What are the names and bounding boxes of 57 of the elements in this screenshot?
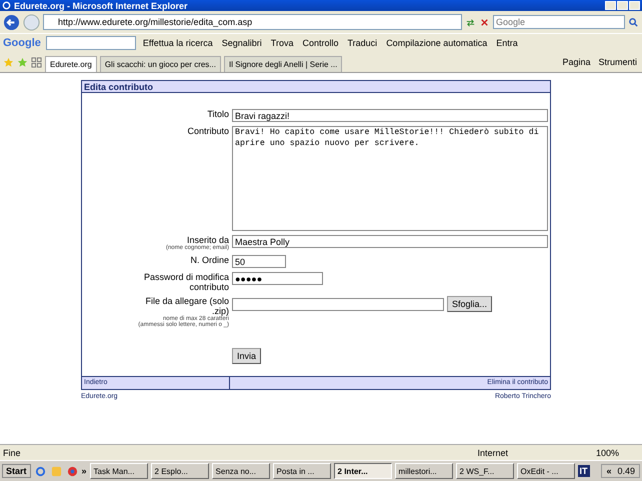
tray-expand-button[interactable]: « [606, 466, 612, 476]
input-field[interactable]: Maestra Polly [232, 235, 548, 248]
window-title: Edurete.org - Microsoft Internet Explorer [14, 0, 189, 10]
toolbar-button[interactable]: Controllo [300, 38, 340, 48]
field-label: Titolo [207, 109, 229, 119]
address-field[interactable]: http://www.edurete.org/millestorie/edita_com.asp [43, 14, 462, 30]
more-button[interactable]: » [82, 466, 87, 476]
taskbar-button[interactable]: Task Man... [90, 463, 148, 479]
google-logo: Google [3, 37, 41, 49]
refresh-icon[interactable] [465, 16, 476, 28]
submit-button[interactable]: Invia [232, 348, 262, 364]
panel-header: Edita contributo [82, 81, 550, 93]
taskbar-button[interactable]: 2 Esplo... [150, 463, 209, 479]
browse-button[interactable]: Sfoglia... [447, 296, 492, 312]
favorites-star-icon[interactable] [3, 56, 14, 68]
command-button[interactable]: Strumenti [596, 57, 639, 67]
taskbar-button[interactable]: Posta in ... [272, 463, 331, 479]
google-search-field[interactable] [46, 36, 136, 50]
toolbar-button[interactable]: Segnalibri [220, 38, 264, 48]
browser-quick-launch-icon[interactable] [34, 466, 46, 476]
field-label: N. Ordine [190, 255, 229, 265]
search-icon[interactable] [628, 16, 639, 28]
taskbar-button[interactable]: 2 WS_F... [456, 463, 514, 479]
field-label: Inserito da [186, 235, 229, 245]
command-button[interactable]: Pagina [560, 57, 592, 67]
quick-tabs-icon[interactable] [31, 56, 42, 68]
back-button[interactable] [3, 14, 20, 30]
field-label: Password di modifica contributo [142, 272, 229, 292]
toolbar-button[interactable]: Entra [494, 38, 520, 48]
toolbar-button[interactable]: Trova [268, 38, 296, 48]
clock: 0.49 [617, 466, 635, 476]
search-button[interactable]: Effettua la ricerca [140, 38, 215, 48]
search-field[interactable]: Google [493, 15, 625, 29]
browser-tab[interactable]: Gli scacchi: un gioco per cres... [100, 56, 221, 72]
taskbar-button[interactable]: millestori... [394, 463, 453, 479]
input-field[interactable]: ●●●●● [232, 272, 323, 285]
file-field[interactable] [232, 298, 444, 311]
toolbar-button[interactable]: Compilazione automatica [384, 38, 490, 48]
taskbar-button[interactable]: 2 Inter... [334, 463, 392, 479]
toolbar-button[interactable]: Traduci [346, 38, 380, 48]
taskbar-button[interactable]: OxEdit - ... [516, 463, 575, 479]
taskbar-button[interactable]: Senza no... [212, 463, 270, 479]
zoom-control[interactable]: 100% [596, 448, 619, 458]
browser-logo-icon [2, 1, 11, 10]
text-area[interactable]: Bravi! Ho capito come usare MilleStorie!!! Chiederò subito di aprire uno spazio nuovo per scrivere. [232, 126, 548, 231]
zone-indicator: Internet [477, 448, 508, 458]
start-button[interactable]: Start [2, 464, 31, 478]
browser-tab[interactable]: Il Signore degli Anelli | Serie ... [224, 56, 342, 72]
add-favorite-icon[interactable] [17, 56, 28, 68]
browser-tab[interactable]: Edurete.org [45, 56, 97, 72]
status-text: Fine [3, 448, 22, 458]
stop-icon[interactable] [479, 16, 490, 28]
input-field[interactable]: Bravi ragazzi! [232, 109, 548, 122]
input-field[interactable]: 50 [232, 255, 286, 268]
language-indicator[interactable]: IT [578, 465, 590, 477]
field-label: Contributo [187, 126, 229, 136]
field-label: File da allegare (solo .zip) [144, 296, 229, 316]
